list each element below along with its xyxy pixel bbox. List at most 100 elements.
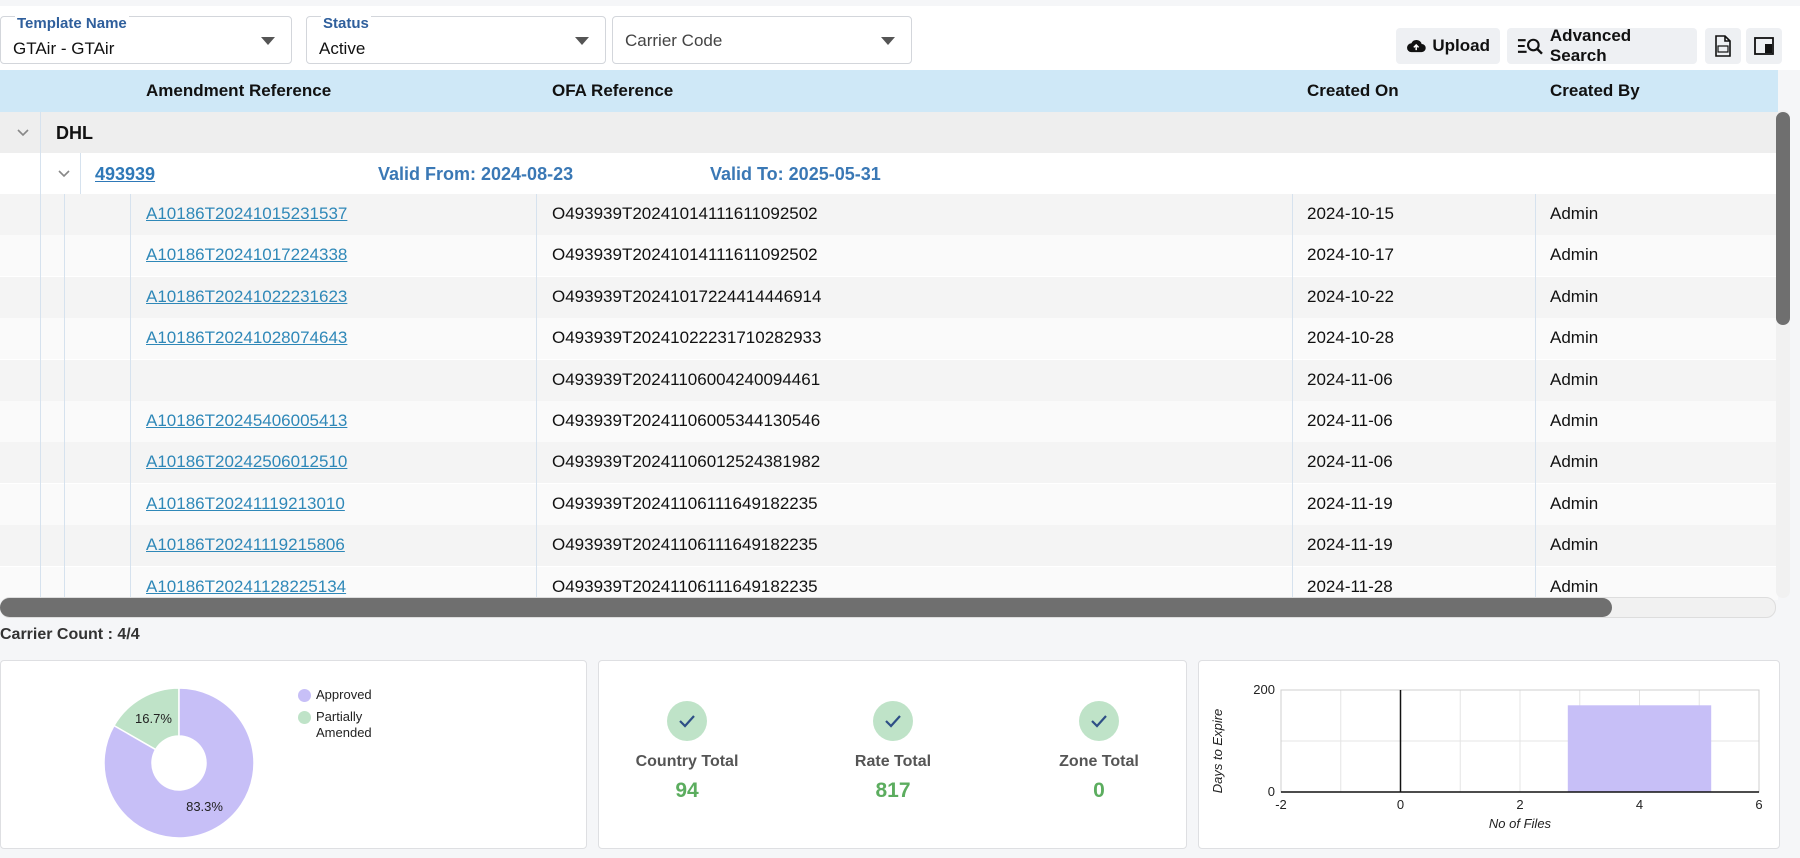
group-carrier-name: DHL bbox=[56, 123, 93, 143]
amendment-reference-link[interactable]: A10186T20241022231623 bbox=[146, 287, 347, 307]
stat-value: 817 bbox=[875, 779, 911, 802]
advanced-search-button[interactable]: Advanced Search bbox=[1507, 26, 1697, 65]
column-panel-icon bbox=[1754, 37, 1774, 55]
stat-zone-total: Zone Total 0 bbox=[1019, 701, 1179, 803]
csv-file-icon bbox=[1715, 35, 1731, 57]
ofa-reference-cell: O493939T20241017224414446914 bbox=[552, 286, 822, 306]
table-row[interactable]: A10186T20242506012510 O493939T20241106012… bbox=[0, 442, 1778, 485]
chevron-down-icon bbox=[261, 37, 275, 45]
created-by-cell: Admin bbox=[1550, 245, 1599, 265]
horizontal-scroll-thumb[interactable] bbox=[0, 598, 1612, 617]
expiry-chart-card: -2 0 2 4 6 0 200 No of Files Days to Expire bbox=[1198, 660, 1780, 849]
amendment-reference-link[interactable]: A10186T20241119213010 bbox=[146, 494, 345, 514]
x-tick-label: 4 bbox=[1636, 797, 1643, 812]
stat-label: Rate Total bbox=[854, 753, 932, 770]
check-circle-icon bbox=[873, 701, 913, 741]
column-header-ofa-reference[interactable]: OFA Reference bbox=[552, 81, 673, 101]
created-by-cell: Admin bbox=[1550, 452, 1599, 472]
x-axis-label: No of Files bbox=[1489, 816, 1552, 831]
x-tick-label: 2 bbox=[1516, 797, 1523, 812]
table-row[interactable]: A10186T20241119213010 O493939T20241106111… bbox=[0, 483, 1778, 526]
stat-rate-total: Rate Total 817 bbox=[813, 701, 973, 803]
chart-bar[interactable] bbox=[1567, 705, 1712, 792]
chevron-down-icon[interactable] bbox=[15, 124, 31, 140]
status-select[interactable]: Status Active bbox=[306, 15, 606, 64]
created-by-cell: Admin bbox=[1550, 369, 1599, 389]
grid-header: Amendment Reference OFA Reference Create… bbox=[0, 70, 1778, 112]
table-row[interactable]: A10186T20241119215806 O493939T20241106111… bbox=[0, 525, 1778, 568]
created-by-cell: Admin bbox=[1550, 576, 1599, 596]
table-row[interactable]: A10186T20245406005413 O493939T20241106005… bbox=[0, 401, 1778, 443]
ofa-reference-cell: O493939T20241106111649182235 bbox=[552, 576, 818, 596]
ofa-reference-cell: O493939T20241106111649182235 bbox=[552, 493, 818, 513]
legend-entry[interactable]: Approved bbox=[316, 687, 386, 703]
chevron-down-icon bbox=[881, 37, 895, 45]
ofa-reference-cell: O493939T20241022231710282933 bbox=[552, 328, 822, 348]
table-row[interactable]: A10186T20241022231623 O493939T20241017224… bbox=[0, 276, 1778, 319]
table-row[interactable]: A10186T20241028074643 O493939T20241022231… bbox=[0, 318, 1778, 361]
created-by-cell: Admin bbox=[1550, 535, 1599, 555]
donut-data-label: 16.7% bbox=[135, 711, 172, 726]
chevron-down-icon[interactable] bbox=[56, 165, 72, 181]
filter-toolbar: Template Name GTAir - GTAir Status Activ… bbox=[0, 6, 1800, 70]
group-row-ofa[interactable]: 493939 Valid From: 2024-08-23 Valid To: … bbox=[0, 153, 1778, 194]
created-on-cell: 2024-11-19 bbox=[1307, 535, 1393, 555]
group-valid-from: Valid From: 2024-08-23 bbox=[378, 164, 574, 184]
legend-swatch bbox=[298, 711, 311, 724]
x-tick-label: 6 bbox=[1755, 797, 1762, 812]
x-tick-label: 0 bbox=[1397, 797, 1404, 812]
advanced-search-label: Advanced Search bbox=[1549, 26, 1632, 65]
created-on-cell: 2024-10-17 bbox=[1307, 245, 1394, 265]
stat-label: Zone Total bbox=[1059, 753, 1139, 770]
amendment-reference-link[interactable]: A10186T20242506012510 bbox=[146, 452, 347, 472]
created-on-cell: 2024-11-06 bbox=[1307, 411, 1393, 430]
amendment-reference-link[interactable]: A10186T20241028074643 bbox=[146, 328, 347, 348]
carrier-count: Carrier Count : 4/4 bbox=[0, 626, 140, 643]
created-on-cell: 2024-11-19 bbox=[1307, 493, 1393, 513]
stat-value: 0 bbox=[1093, 779, 1105, 802]
created-on-cell: 2024-10-28 bbox=[1307, 328, 1394, 348]
status-donut-chart: 16.7% 83.3% bbox=[103, 687, 255, 839]
column-header-created-on[interactable]: Created On bbox=[1307, 81, 1399, 101]
group-ofa-reference-link[interactable]: 493939 bbox=[95, 164, 155, 185]
y-tick-label: 0 bbox=[1268, 784, 1275, 799]
group-row-carrier[interactable]: DHL bbox=[0, 112, 1778, 153]
stat-country-total: Country Total 94 bbox=[607, 701, 767, 803]
amendment-reference-link[interactable]: A10186T20241128225134 bbox=[146, 577, 346, 597]
created-on-cell: 2024-11-06 bbox=[1307, 369, 1393, 389]
table-row[interactable]: A10186T20241017224338 O493939T20241014111… bbox=[0, 235, 1778, 278]
y-tick-label: 200 bbox=[1253, 682, 1275, 697]
amendment-reference-link[interactable]: A10186T20241017224338 bbox=[146, 245, 347, 265]
chevron-down-icon bbox=[575, 37, 589, 45]
y-axis-label: Days to Expire bbox=[1210, 709, 1225, 794]
created-on-cell: 2024-11-06 bbox=[1307, 452, 1393, 472]
created-on-cell: 2024-10-22 bbox=[1307, 286, 1394, 306]
column-header-amendment-reference[interactable]: Amendment Reference bbox=[146, 81, 331, 101]
table-row[interactable]: A10186T20241015231537 O493939T20241014111… bbox=[0, 194, 1778, 236]
carrier-code-select[interactable]: Carrier Code bbox=[612, 16, 912, 64]
ofa-reference-cell: O493939T20241106004240094461 bbox=[552, 369, 821, 389]
upload-label: Upload bbox=[1432, 36, 1490, 55]
status-label: Status bbox=[321, 15, 371, 32]
created-on-cell: 2024-11-28 bbox=[1307, 576, 1393, 596]
template-name-value: GTAir - GTAir bbox=[13, 39, 115, 58]
table-row[interactable]: O493939T20241106004240094461 2024-11-06 Ad… bbox=[0, 359, 1778, 402]
template-name-select[interactable]: Template Name GTAir - GTAir bbox=[0, 15, 292, 64]
ofa-reference-cell: O493939T20241106005344130546 bbox=[552, 411, 821, 430]
amendment-reference-link[interactable]: A10186T20241015231537 bbox=[146, 204, 347, 224]
ofa-reference-cell: O493939T20241106012524381982 bbox=[552, 452, 821, 472]
legend-entry[interactable]: Partially Amended bbox=[316, 709, 386, 741]
vertical-scroll-thumb[interactable] bbox=[1776, 112, 1790, 325]
status-value: Active bbox=[319, 39, 366, 58]
amendments-grid: Amendment Reference OFA Reference Create… bbox=[0, 70, 1778, 600]
upload-button[interactable]: Upload bbox=[1396, 28, 1500, 64]
column-chooser-button[interactable] bbox=[1746, 28, 1782, 64]
export-csv-button[interactable] bbox=[1705, 28, 1741, 64]
ofa-reference-cell: O493939T20241014111611092502 bbox=[552, 204, 818, 223]
created-by-cell: Admin bbox=[1550, 411, 1599, 430]
table-row[interactable]: A10186T20241128225134 O493939T20241106111… bbox=[0, 566, 1778, 600]
amendment-reference-link[interactable]: A10186T20245406005413 bbox=[146, 411, 347, 431]
check-circle-icon bbox=[667, 701, 707, 741]
amendment-reference-link[interactable]: A10186T20241119215806 bbox=[146, 535, 345, 555]
column-header-created-by[interactable]: Created By bbox=[1550, 81, 1640, 101]
